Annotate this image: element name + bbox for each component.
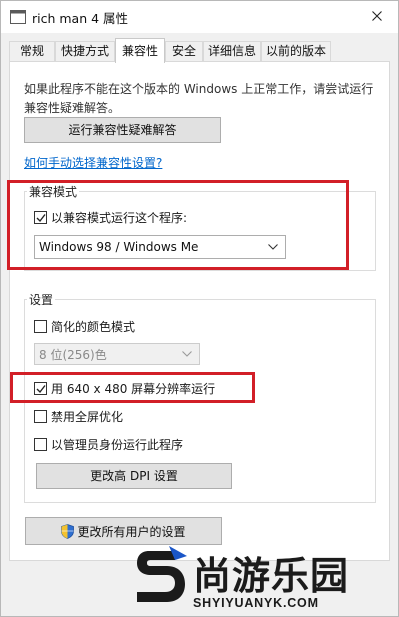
compatibility-panel: 如果此程序不能在这个版本的 Windows 上正常工作，请尝试运行兼容性疑难解答… xyxy=(9,61,390,561)
change-all-users-label: 更改所有用户的设置 xyxy=(77,524,186,539)
chevron-down-icon xyxy=(182,351,192,357)
manual-settings-link[interactable]: 如何手动选择兼容性设置? xyxy=(24,154,162,171)
fullscreen-opt-label: 禁用全屏优化 xyxy=(51,410,124,424)
color-depth-select: 8 位(256)色 xyxy=(34,343,200,365)
os-version-select[interactable]: Windows 98 / Windows Me xyxy=(34,235,286,259)
tab-details[interactable]: 详细信息 xyxy=(203,41,261,62)
brand-url: SHYIYUANYK.COM xyxy=(193,596,319,610)
checkbox-box xyxy=(34,438,47,451)
checkbox-box xyxy=(34,382,47,395)
fullscreen-opt-checkbox[interactable]: 禁用全屏优化 xyxy=(34,408,123,425)
compat-mode-checkbox[interactable]: 以兼容模式运行这个程序: xyxy=(34,209,187,226)
checkbox-box xyxy=(34,211,47,224)
compat-mode-group xyxy=(24,191,376,271)
run-as-admin-checkbox[interactable]: 以管理员身份运行此程序 xyxy=(34,436,183,453)
brand-name: 尚游乐园 xyxy=(193,554,350,598)
window-title: rich man 4 属性 xyxy=(32,11,129,26)
res640-checkbox[interactable]: 用 640 x 480 屏幕分辨率运行 xyxy=(34,380,215,397)
tab-compatibility[interactable]: 兼容性 xyxy=(115,38,165,63)
tab-general[interactable]: 常规 xyxy=(9,41,55,62)
checkbox-box xyxy=(34,320,47,333)
reduced-color-label: 简化的颜色模式 xyxy=(51,320,136,334)
compat-mode-checkbox-label: 以兼容模式运行这个程序: xyxy=(51,211,188,225)
close-icon xyxy=(372,11,382,21)
settings-group-label: 设置 xyxy=(27,291,56,308)
reduced-color-checkbox[interactable]: 简化的颜色模式 xyxy=(34,318,135,335)
change-all-users-button[interactable]: 更改所有用户的设置 xyxy=(25,517,222,545)
close-button[interactable] xyxy=(360,1,394,31)
res640-label: 用 640 x 480 屏幕分辨率运行 xyxy=(51,382,216,396)
tab-previous-versions[interactable]: 以前的版本 xyxy=(261,41,331,62)
os-version-selected: Windows 98 / Windows Me xyxy=(39,240,199,254)
checkmark-icon xyxy=(36,214,46,223)
run-as-admin-label: 以管理员身份运行此程序 xyxy=(51,438,184,452)
watermark: 尚游乐园 SHYIYUANYK.COM xyxy=(129,544,399,617)
change-dpi-button[interactable]: 更改高 DPI 设置 xyxy=(36,463,232,489)
intro-text: 如果此程序不能在这个版本的 Windows 上正常工作，请尝试运行兼容性疑难解答… xyxy=(24,82,374,115)
color-depth-value: 8 位(256)色 xyxy=(39,347,107,362)
chevron-down-icon xyxy=(268,244,278,250)
run-troubleshooter-button[interactable]: 运行兼容性疑难解答 xyxy=(24,117,221,143)
tab-shortcut[interactable]: 快捷方式 xyxy=(55,41,115,62)
brand-logo-icon xyxy=(137,546,187,602)
title-bar: rich man 4 属性 xyxy=(1,1,398,33)
app-window-icon xyxy=(10,10,26,24)
uac-shield-icon xyxy=(61,523,75,539)
checkmark-icon xyxy=(36,385,46,394)
properties-window: rich man 4 属性 常规 快捷方式 兼容性 安全 详细信息 以前的版本 … xyxy=(0,0,399,617)
compat-mode-group-label: 兼容模式 xyxy=(27,183,80,200)
tab-security[interactable]: 安全 xyxy=(165,41,203,62)
checkbox-box xyxy=(34,410,47,423)
